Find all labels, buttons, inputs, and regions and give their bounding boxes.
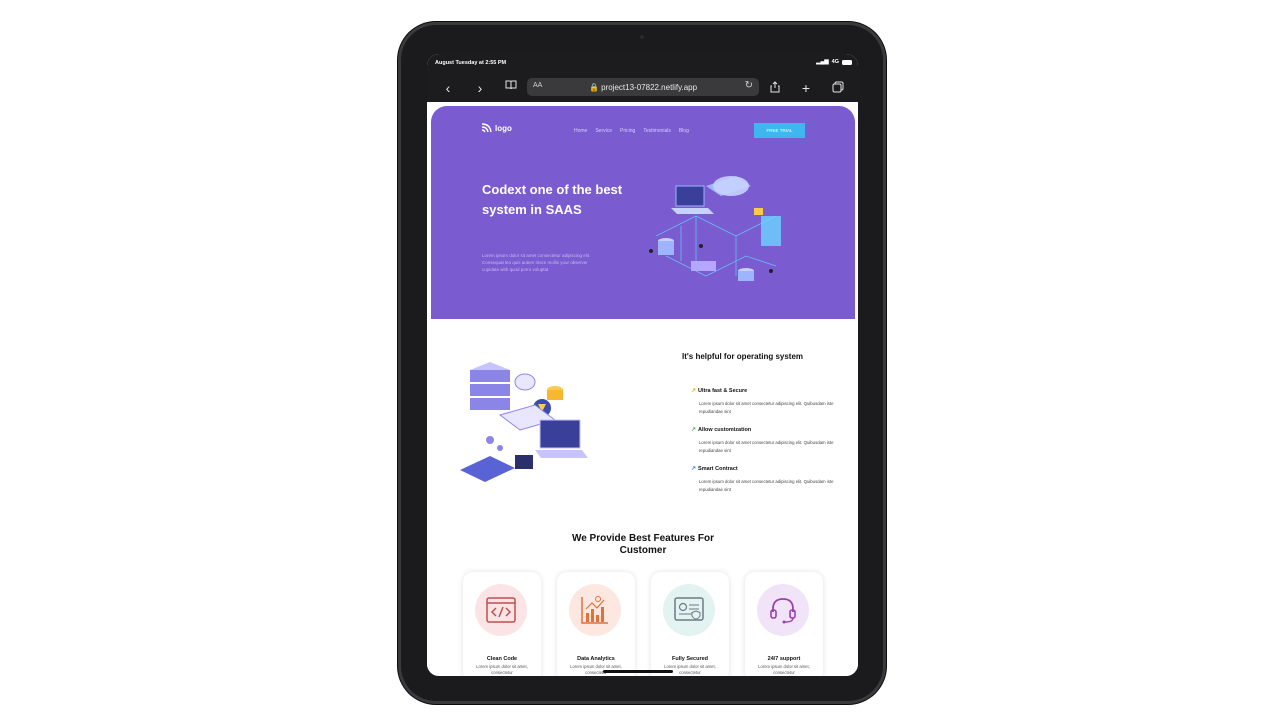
trend-arrow-icon: ↗ [691,388,697,394]
helpful-item-description: Lorem ipsum dolor sit amet consectetur a… [699,440,834,453]
forward-icon[interactable]: › [471,78,489,98]
logo-text: logo [495,123,512,133]
trend-arrow-icon: ↗ [691,466,697,472]
server-laptop-illustration [460,362,588,482]
browser-toolbar: ‹ › AA 🔒 project13-07822.netlify.app ↻ + [427,74,858,102]
hero-description: Lorem ipsum dolor sit amet consectetur a… [482,253,591,272]
hero-title: Codext one of the best system in SAAS [482,182,623,217]
url-text: 🔒 project13-07822.netlify.app [527,83,759,92]
signal-icon: ▂▄▆ [816,59,829,65]
helpful-item: ↗ Smart Contract Lorem ipsum dolor sit a… [691,465,851,494]
headset-icon [757,584,809,636]
status-time: August Tuesday at 2:55 PM [435,60,507,66]
card-title: Data Analytics [577,656,615,662]
helpful-item-title: Smart Contract [698,465,738,472]
card-text: Lorem ipsum dolor sit amet, consectetur [476,664,528,675]
ipad-screen: August Tuesday at 2:55 PM ▂▄▆ 4G ‹ › AA … [427,54,858,676]
main-nav: Home Service Pricing Testimonials Blog [574,128,689,134]
isometric-network-illustration [649,176,781,281]
new-tab-icon[interactable]: + [797,78,815,98]
feature-card-data-analytics[interactable]: Data Analytics Lorem ipsum dolor sit ame… [557,572,635,676]
trend-arrow-icon: ↗ [691,427,697,433]
helpful-item-description: Lorem ipsum dolor sit amet consectetur a… [699,479,834,492]
wifi-logo-icon [481,123,492,133]
web-page: logo Home Service Pricing Testimonials B… [427,102,858,676]
feature-card-support[interactable]: 24/7 support Lorem ipsum dolor sit amet,… [745,572,823,676]
free-trial-button[interactable]: FREE TRIAL [754,123,805,138]
status-bar: August Tuesday at 2:55 PM ▂▄▆ 4G [427,54,858,74]
address-bar[interactable]: AA 🔒 project13-07822.netlify.app ↻ [527,78,759,96]
nav-item-service[interactable]: Service [595,128,612,134]
site-logo[interactable]: logo [481,123,512,133]
helpful-item-description: Lorem ipsum dolor sit amet consectetur a… [699,401,834,414]
code-window-icon [475,584,527,636]
share-icon[interactable] [766,78,784,98]
bookmarks-icon[interactable] [502,78,520,98]
back-icon[interactable]: ‹ [439,78,457,98]
feature-card-clean-code[interactable]: Clean Code Lorem ipsum dolor sit amet, c… [463,572,541,676]
network-label: 4G [831,59,839,65]
nav-item-pricing[interactable]: Pricing [620,128,635,134]
card-title: Clean Code [486,656,518,662]
status-indicators: ▂▄▆ 4G [816,59,852,65]
helpful-section-title: It's helpful for operating system [682,352,804,361]
nav-item-blog[interactable]: Blog [679,128,689,134]
card-text: Lorem ipsum dolor sit amet, consectetur [758,664,810,675]
url-value: project13-07822.netlify.app [601,83,698,92]
helpful-item-title: Ultra fast & Secure [698,387,748,394]
card-title: Fully Secured [671,656,709,662]
chart-icon [569,584,621,636]
front-camera [640,35,644,39]
home-indicator[interactable] [603,670,673,673]
hero-section: logo Home Service Pricing Testimonials B… [431,106,855,319]
nav-item-testimonials[interactable]: Testimonials [643,128,671,134]
battery-icon [842,59,852,65]
helpful-item: ↗ Allow customization Lorem ipsum dolor … [691,426,851,455]
lock-icon: 🔒 [588,83,599,92]
tabs-icon[interactable] [829,78,847,98]
card-title: 24/7 support [767,656,801,662]
features-section-title: We Provide Best Features For Customer [571,533,715,556]
helpful-item-title: Allow customization [698,426,752,433]
helpful-item: ↗ Ultra fast & Secure Lorem ipsum dolor … [691,387,851,416]
feature-card-fully-secured[interactable]: Fully Secured Lorem ipsum dolor sit amet… [651,572,729,676]
secure-id-icon [663,584,715,636]
nav-item-home[interactable]: Home [574,128,587,134]
reload-icon[interactable]: ↻ [745,80,753,91]
